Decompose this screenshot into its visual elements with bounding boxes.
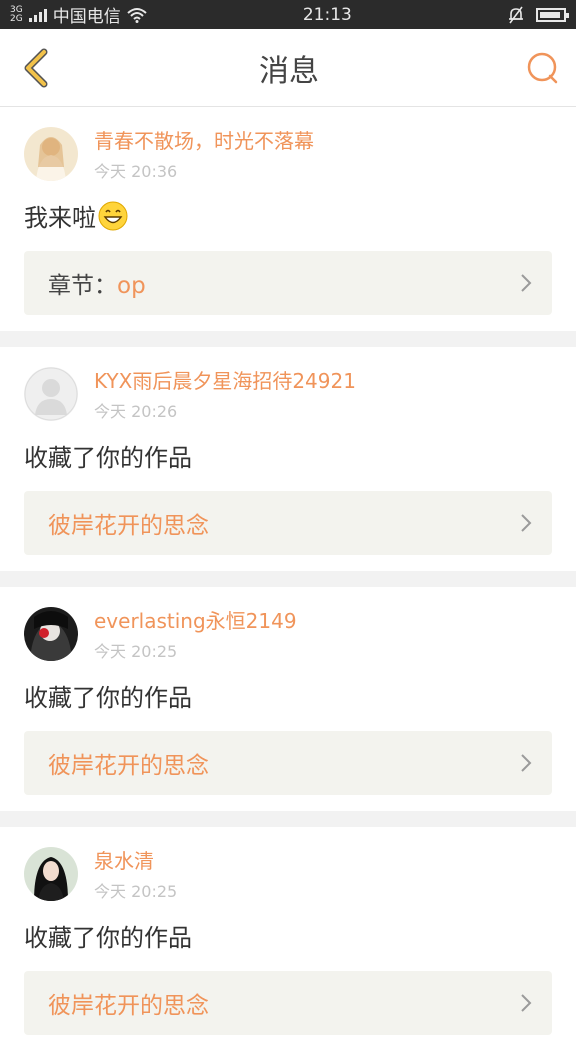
work-title: 彼岸花开的思念 xyxy=(48,513,209,539)
network-bottom: 2G xyxy=(10,13,23,24)
message-card: everlasting永恒2149 今天 20:25 收藏了你的作品 彼岸花开的… xyxy=(0,587,576,811)
chevron-right-icon xyxy=(521,274,532,292)
page-title: 消息 xyxy=(259,53,319,89)
chevron-right-icon xyxy=(521,514,532,532)
username[interactable]: 青春不散场，时光不落幕 xyxy=(94,125,314,154)
signal-icon xyxy=(28,8,47,22)
mute-icon xyxy=(508,6,523,23)
chapter-name: op xyxy=(117,273,146,299)
grin-emoji-icon xyxy=(98,201,128,230)
message-body: 收藏了你的作品 xyxy=(24,678,552,713)
battery-icon xyxy=(535,7,569,22)
message-text: 收藏了你的作品 xyxy=(24,924,192,952)
username[interactable]: everlasting永恒2149 xyxy=(94,605,297,634)
wifi-icon xyxy=(127,7,147,23)
message-text: 收藏了你的作品 xyxy=(24,684,192,712)
timestamp: 今天 20:25 xyxy=(94,882,178,901)
message-body: 收藏了你的作品 xyxy=(24,438,552,473)
username[interactable]: KYX雨后晨夕星海招待24921 xyxy=(94,365,356,394)
message-text: 收藏了你的作品 xyxy=(24,444,192,472)
app-header: 消息 xyxy=(0,29,576,107)
work-title: 彼岸花开的思念 xyxy=(48,753,209,779)
back-button[interactable] xyxy=(16,48,56,88)
chapter-link[interactable]: 章节：op xyxy=(24,251,552,315)
search-button[interactable] xyxy=(522,48,562,88)
status-left: 3G 2G 中国电信 xyxy=(10,2,147,27)
chapter-link-text: 章节：op xyxy=(48,266,146,300)
status-bar: 3G 2G 中国电信 21:13 xyxy=(0,0,576,29)
message-text: 我来啦 xyxy=(24,204,96,232)
work-link[interactable]: 彼岸花开的思念 xyxy=(24,731,552,795)
message-card: 青春不散场，时光不落幕 今天 20:36 我来啦 章节：op xyxy=(0,107,576,331)
timestamp: 今天 20:25 xyxy=(94,642,178,661)
network-type: 3G 2G xyxy=(10,5,23,24)
avatar[interactable] xyxy=(24,126,78,181)
search-icon xyxy=(527,52,558,83)
chapter-prefix: 章节： xyxy=(48,273,117,299)
user-row: 泉水清 今天 20:25 xyxy=(24,845,552,902)
clock: 21:13 xyxy=(302,4,352,25)
avatar[interactable] xyxy=(24,366,78,421)
timestamp: 今天 20:36 xyxy=(94,162,178,181)
message-card: KYX雨后晨夕星海招待24921 今天 20:26 收藏了你的作品 彼岸花开的思… xyxy=(0,347,576,571)
user-row: KYX雨后晨夕星海招待24921 今天 20:26 xyxy=(24,365,552,422)
message-body: 收藏了你的作品 xyxy=(24,918,552,953)
carrier-name: 中国电信 xyxy=(52,7,121,27)
avatar[interactable] xyxy=(24,606,78,661)
work-link[interactable]: 彼岸花开的思念 xyxy=(24,971,552,1035)
status-right xyxy=(508,6,569,24)
back-icon xyxy=(24,48,48,87)
user-meta: 青春不散场，时光不落幕 今天 20:36 xyxy=(94,125,314,182)
chevron-right-icon xyxy=(521,754,532,772)
user-meta: 泉水清 今天 20:25 xyxy=(94,845,177,902)
username[interactable]: 泉水清 xyxy=(94,845,177,874)
message-body: 我来啦 xyxy=(24,198,552,233)
work-link[interactable]: 彼岸花开的思念 xyxy=(24,491,552,555)
avatar[interactable] xyxy=(24,846,78,901)
message-card: 泉水清 今天 20:25 收藏了你的作品 彼岸花开的思念 xyxy=(0,827,576,1051)
user-meta: everlasting永恒2149 今天 20:25 xyxy=(94,605,297,662)
user-row: everlasting永恒2149 今天 20:25 xyxy=(24,605,552,662)
timestamp: 今天 20:26 xyxy=(94,402,178,421)
chevron-right-icon xyxy=(521,994,532,1012)
user-row: 青春不散场，时光不落幕 今天 20:36 xyxy=(24,125,552,182)
user-meta: KYX雨后晨夕星海招待24921 今天 20:26 xyxy=(94,365,356,422)
work-title: 彼岸花开的思念 xyxy=(48,993,209,1019)
